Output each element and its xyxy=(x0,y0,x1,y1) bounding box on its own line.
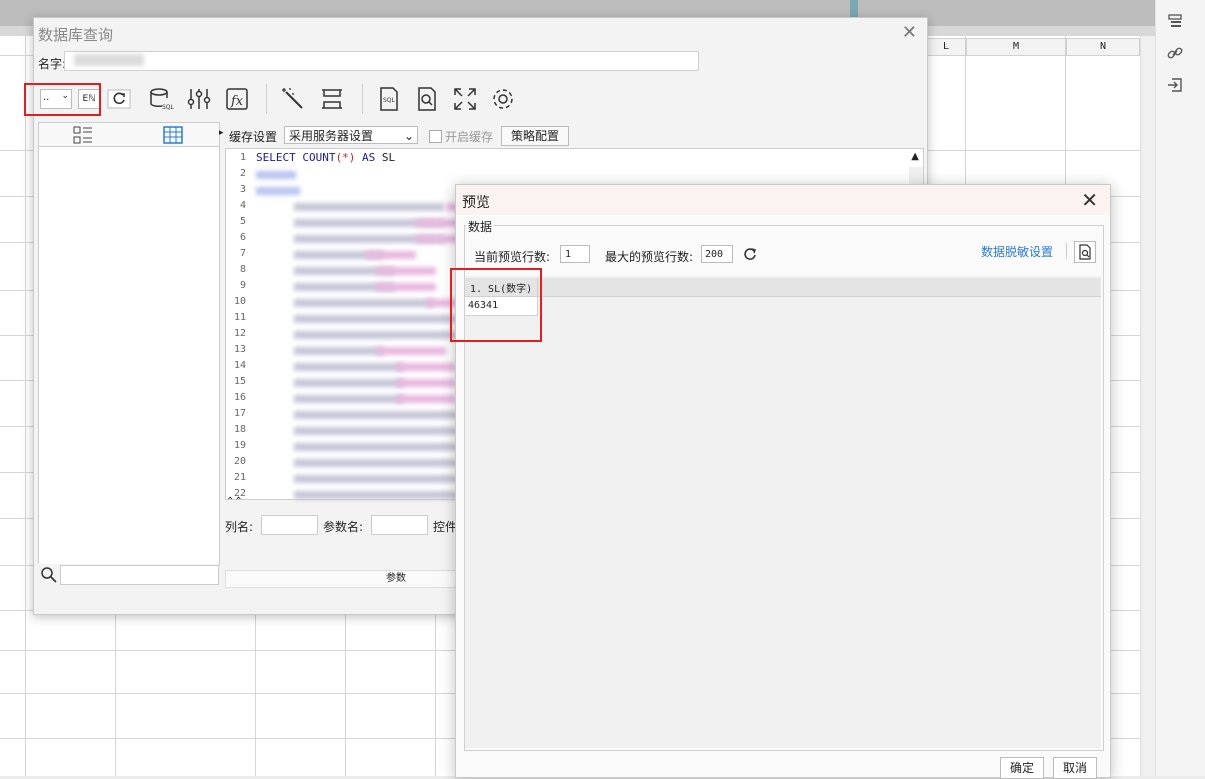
preview-search-button[interactable] xyxy=(1074,241,1096,263)
line-number: 10 xyxy=(233,296,246,307)
line-number: 14 xyxy=(233,360,246,371)
function-icon[interactable]: fx xyxy=(224,86,250,112)
table-tree-pane[interactable] xyxy=(38,146,220,566)
preview-dialog: 预览 ✕ 数据 当前预览行数: 1 最大的预览行数: 200 数据脱敏设置 1.… xyxy=(450,184,1111,779)
line-number: 6 xyxy=(239,232,246,243)
scroll-up-icon[interactable]: ▲ xyxy=(911,151,919,162)
current-rows-input[interactable]: 1 xyxy=(560,245,590,263)
sliders-icon[interactable] xyxy=(186,86,212,112)
refresh-icon[interactable] xyxy=(106,86,132,112)
column-layout-icon[interactable] xyxy=(319,86,345,112)
line-number: 8 xyxy=(239,264,246,275)
divider xyxy=(1066,243,1067,259)
chevron-left-icon[interactable]: ▸ xyxy=(219,128,224,138)
data-group-label: 数据 xyxy=(466,218,495,235)
line-number: 12 xyxy=(233,328,246,339)
line-number: 5 xyxy=(239,216,246,227)
column-header-m[interactable]: M xyxy=(966,38,1066,56)
line-number: 15 xyxy=(233,376,246,387)
preview-title: 预览 xyxy=(462,195,490,211)
highlight-box xyxy=(450,268,542,342)
sheet-vertical-scrollbar[interactable] xyxy=(1140,36,1155,776)
max-rows-label: 最大的预览行数: xyxy=(605,250,694,264)
control-label: 控件 xyxy=(433,520,458,534)
column-name-input[interactable] xyxy=(261,515,318,535)
current-rows-label: 当前预览行数: xyxy=(474,250,551,264)
enable-cache-label: 开启缓存 xyxy=(445,130,494,144)
column-header-n[interactable]: N xyxy=(1066,38,1140,56)
table-search-input[interactable] xyxy=(60,565,219,585)
param-name-input[interactable] xyxy=(371,515,428,535)
magic-wand-icon[interactable] xyxy=(280,86,306,112)
line-number: 17 xyxy=(233,408,246,419)
tree-view-icon[interactable] xyxy=(73,126,93,144)
line-number: 20 xyxy=(233,456,246,467)
expand-icon[interactable] xyxy=(452,86,478,112)
line-number: 3 xyxy=(239,184,246,195)
database-sql-icon[interactable]: SQL xyxy=(148,86,174,112)
grid-view-icon[interactable] xyxy=(163,126,183,144)
close-icon[interactable]: ✕ xyxy=(1081,188,1098,212)
chevron-down-icon: ⌄ xyxy=(403,129,414,143)
highlight-box xyxy=(24,83,101,116)
line-number: 18 xyxy=(233,424,246,435)
link-icon[interactable] xyxy=(1166,44,1184,62)
svg-text:SQL: SQL xyxy=(162,104,174,111)
line-number: 19 xyxy=(233,440,246,451)
data-mask-settings-link[interactable]: 数据脱敏设置 xyxy=(981,243,1053,260)
search-icon[interactable] xyxy=(40,566,58,584)
table-header-row xyxy=(465,278,1101,297)
name-label: 名字: xyxy=(38,57,67,71)
line-number: 13 xyxy=(233,344,246,355)
line-number: 4 xyxy=(239,200,246,211)
max-rows-input[interactable]: 200 xyxy=(701,245,733,263)
line-number: 9 xyxy=(239,280,246,291)
preview-search-icon[interactable] xyxy=(414,86,440,112)
refresh-icon[interactable] xyxy=(742,246,758,262)
cache-label: 缓存设置 xyxy=(229,130,278,144)
search-document-icon xyxy=(1079,244,1091,260)
line-number: 16 xyxy=(233,392,246,403)
name-input[interactable] xyxy=(64,51,699,71)
cache-setting-select[interactable]: 采用服务器设置 ⌄ xyxy=(284,126,418,144)
sql-file-icon[interactable]: SQL xyxy=(376,86,402,112)
left-pane-tabs xyxy=(38,122,220,148)
gear-icon[interactable] xyxy=(490,86,516,112)
collapse-icon[interactable]: ⌃⌃ xyxy=(226,496,243,507)
line-number: 7 xyxy=(239,248,246,259)
svg-text:SQL: SQL xyxy=(383,97,396,104)
column-name-label: 列名: xyxy=(225,520,254,534)
line-number: 1 xyxy=(239,152,246,163)
line-number: 11 xyxy=(233,312,246,323)
dialog-title: 数据库查询 xyxy=(38,26,114,44)
close-icon[interactable]: ✕ xyxy=(902,22,917,43)
teal-marker xyxy=(850,0,858,18)
param-name-label: 参数名: xyxy=(323,520,364,534)
preview-table[interactable] xyxy=(465,276,1101,748)
right-side-panel xyxy=(1155,0,1205,776)
svg-text:fx: fx xyxy=(230,94,244,109)
name-blurred-value xyxy=(74,54,144,66)
cell-properties-icon[interactable] xyxy=(1166,12,1184,30)
line-number: 2 xyxy=(239,168,246,179)
line-number: 21 xyxy=(233,472,246,483)
sql-first-line: SELECT COUNT(*) AS SL xyxy=(256,151,396,164)
strategy-config-button[interactable]: 策略配置 xyxy=(501,126,569,146)
import-icon[interactable] xyxy=(1166,76,1184,94)
enable-cache-checkbox[interactable] xyxy=(429,130,442,143)
column-header-l[interactable]: L xyxy=(926,38,966,56)
preview-titlebar xyxy=(456,185,1110,215)
